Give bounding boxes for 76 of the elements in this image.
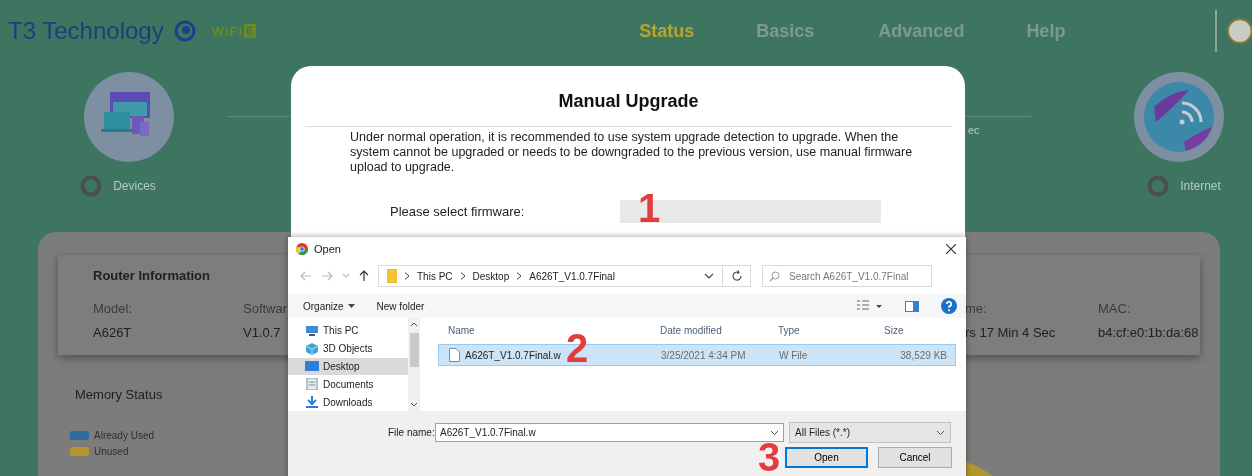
search-icon xyxy=(769,271,780,282)
legend-label: Unused xyxy=(94,446,129,457)
logo-icon xyxy=(173,20,196,42)
up-icon[interactable] xyxy=(359,270,369,282)
field-label: me: xyxy=(965,301,987,316)
file-size: 38,529 KB xyxy=(899,349,947,361)
document-icon xyxy=(305,378,319,391)
folder-item[interactable]: Documents xyxy=(288,375,408,394)
column-header[interactable]: Size xyxy=(876,324,954,336)
computer-icon xyxy=(305,324,319,337)
file-type-dropdown[interactable]: All Files (*.*) xyxy=(789,422,951,443)
cancel-button[interactable]: Cancel xyxy=(878,447,952,468)
folder-icon xyxy=(387,269,397,283)
field-value: V1.0.7 xyxy=(243,325,281,340)
status-ring-icon xyxy=(1147,175,1170,197)
refresh-button[interactable] xyxy=(723,265,751,287)
card-title: Router Information xyxy=(93,268,210,283)
field-value: b4:cf:e0:1b:da:68 xyxy=(1098,325,1199,340)
breadcrumb[interactable]: This PC xyxy=(417,270,453,282)
preview-pane-icon[interactable] xyxy=(905,300,919,312)
field-value: A626T xyxy=(93,325,132,340)
firmware-label: Please select firmware: xyxy=(390,204,526,219)
open-button[interactable]: Open xyxy=(785,447,868,468)
file-icon xyxy=(449,348,460,362)
step-number: 1 xyxy=(638,188,661,228)
caret-icon xyxy=(347,303,355,309)
breadcrumb[interactable]: A626T_V1.0.7Final xyxy=(529,270,615,282)
file-date: 3/25/2021 4:34 PM xyxy=(661,349,747,361)
view-options-icon[interactable] xyxy=(857,300,883,312)
field-value: rs 17 Min 4 Sec xyxy=(965,325,1056,340)
search-field[interactable]: Search A626T_V1.0.7Final xyxy=(762,265,932,287)
link-label: ec xyxy=(968,124,980,136)
theme-toggle-icon[interactable] xyxy=(1225,16,1252,46)
chevron-icon xyxy=(404,272,410,280)
node-label: Devices xyxy=(113,179,156,193)
help-icon[interactable] xyxy=(941,298,957,314)
folder-item[interactable]: This PC xyxy=(288,322,408,340)
globe-wifi-icon xyxy=(1134,72,1224,162)
refresh-icon xyxy=(730,270,743,282)
scroll-down-icon[interactable] xyxy=(410,402,418,407)
status-ring-icon xyxy=(80,175,103,197)
folder-item[interactable]: Desktop xyxy=(288,357,408,376)
column-header[interactable]: Type xyxy=(778,324,876,336)
file-type: W File xyxy=(779,349,809,361)
devices-icon xyxy=(84,72,174,162)
desktop-icon xyxy=(305,360,319,373)
dialog-title: Open xyxy=(314,243,341,255)
legend-label: Already Used xyxy=(94,430,155,441)
address-bar[interactable]: This PC Desktop A626T_V1.0.7Final xyxy=(378,265,723,287)
organize-menu[interactable]: Organize xyxy=(303,300,355,312)
dialog-title: Manual Upgrade xyxy=(557,91,700,112)
new-folder-button[interactable]: New folder xyxy=(376,300,425,312)
file-name-label: File name: xyxy=(388,427,435,438)
close-icon[interactable] xyxy=(946,244,956,254)
field-label: Softwar xyxy=(243,301,288,316)
folder-item[interactable]: Downloads xyxy=(288,393,408,411)
field-label: MAC: xyxy=(1098,301,1131,316)
file-name: A626T_V1.0.7Final.w xyxy=(465,349,561,361)
chevron-icon xyxy=(459,272,466,280)
caret-icon xyxy=(770,429,779,436)
field-label: Model: xyxy=(93,301,133,316)
scroll-up-icon[interactable] xyxy=(410,322,418,327)
download-icon xyxy=(305,396,319,409)
breadcrumb[interactable]: Desktop xyxy=(472,270,510,282)
node-label: Internet xyxy=(1180,179,1221,193)
scrollbar[interactable] xyxy=(408,318,420,411)
file-name-field[interactable]: A626T_V1.0.7Final.w xyxy=(435,423,784,442)
column-header[interactable]: Date modified xyxy=(660,324,778,336)
chevron-icon xyxy=(516,272,523,280)
cube-icon xyxy=(305,342,319,355)
browser-icon xyxy=(296,243,308,255)
dialog-description: Under normal operation, it is recommended to use system upgrade detection to upgrade. When the system cannot be upgraded or needs to be downgraded to the previous version, use manual firmware upload to upgrade. xyxy=(350,130,914,175)
dropdown-caret-icon[interactable] xyxy=(704,273,714,279)
wifi-logo: WiFi 6 xyxy=(211,23,256,39)
caret-icon xyxy=(936,429,945,436)
folder-item[interactable]: 3D Objects xyxy=(288,339,408,358)
